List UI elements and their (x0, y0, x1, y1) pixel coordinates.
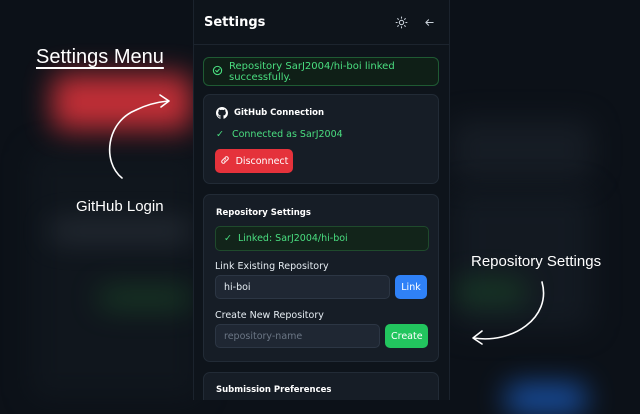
settings-header: Settings (194, 0, 449, 45)
annotation-settings-menu: Settings Menu (36, 46, 164, 68)
background-panel-right (452, 120, 592, 180)
background-bar (50, 222, 192, 240)
background-blue-blur (506, 384, 586, 414)
submission-preferences-card: Submission Preferences (203, 372, 439, 400)
disconnect-label: Disconnect (235, 155, 289, 167)
success-alert: Repository SarJ2004/hi-boi linked succes… (203, 57, 439, 86)
background-panel-left (30, 150, 200, 400)
check-icon: ✓ (224, 233, 232, 244)
repository-settings-title: Repository Settings (216, 208, 311, 218)
sun-icon[interactable] (391, 12, 411, 32)
annotation-arrow-repository (472, 281, 545, 345)
annotation-github-login: GitHub Login (76, 198, 164, 215)
alert-text: Repository SarJ2004/hi-boi linked succes… (229, 60, 395, 83)
background-bar-green (98, 288, 192, 308)
linked-repository-text: Linked: SarJ2004/hi-boi (237, 233, 348, 244)
create-new-label: Create New Repository (215, 310, 324, 321)
github-connection-label: GitHub Connection (234, 108, 325, 118)
create-repository-input[interactable] (215, 324, 380, 348)
link-repository-input[interactable] (215, 275, 390, 299)
settings-panel: Settings Repository SarJ2004/hi-boi link… (193, 0, 450, 400)
annotation-arrow-github (108, 94, 170, 179)
connection-status-text: Connected as SarJ2004 (231, 129, 343, 140)
annotation-repository-settings: Repository Settings (471, 253, 602, 270)
create-button[interactable]: Create (385, 324, 428, 348)
check-circle-icon (212, 65, 223, 79)
disconnect-button[interactable]: Disconnect (215, 149, 293, 173)
github-connection-title: GitHub Connection (216, 107, 324, 119)
connection-status: ✓ Connected as SarJ2004 (216, 129, 343, 140)
arrow-left-icon[interactable] (419, 12, 439, 32)
link-existing-label: Link Existing Repository (215, 261, 329, 272)
github-connection-card: GitHub Connection ✓ Connected as SarJ200… (203, 94, 439, 184)
page-title: Settings (204, 14, 266, 30)
github-icon (216, 107, 228, 119)
unlink-icon (220, 155, 230, 168)
repository-settings-card: Repository Settings ✓ Linked: SarJ2004/h… (203, 194, 439, 362)
check-icon: ✓ (216, 129, 224, 140)
link-button[interactable]: Link (395, 275, 427, 299)
submission-preferences-title: Submission Preferences (216, 385, 332, 395)
linked-repository-badge: ✓ Linked: SarJ2004/hi-boi (215, 226, 429, 251)
